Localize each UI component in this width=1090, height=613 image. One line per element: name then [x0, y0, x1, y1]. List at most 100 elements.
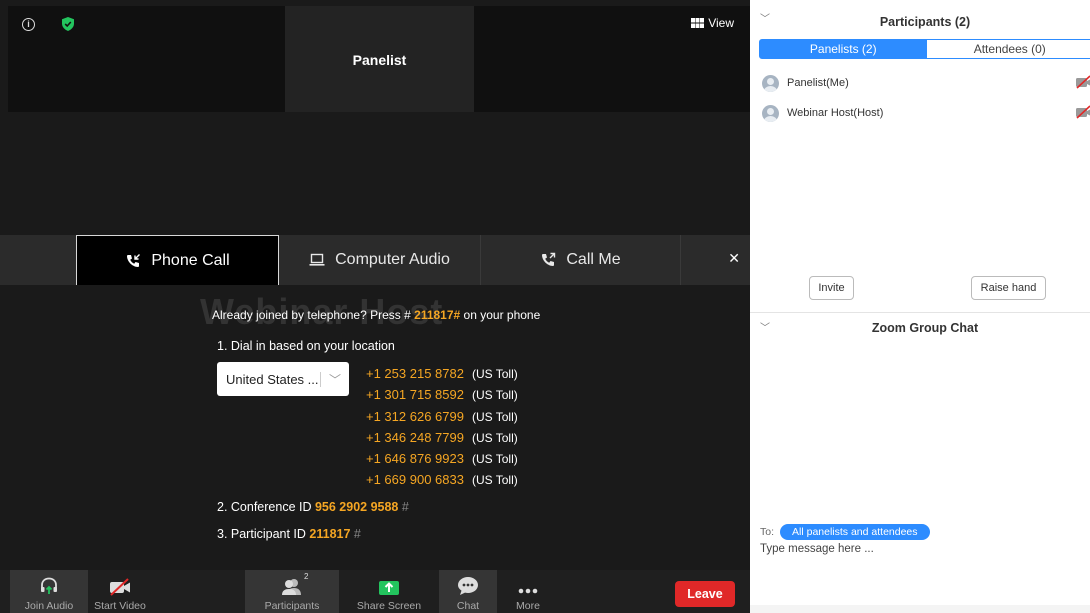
video-off-icon — [110, 578, 130, 596]
chat-button[interactable]: Chat — [439, 570, 497, 613]
security-shield-icon[interactable] — [60, 16, 76, 32]
toll-label: (US Toll) — [471, 367, 518, 381]
conference-id-line: 2. Conference ID 956 2902 9588 # — [217, 500, 409, 514]
participant-code: 211817# — [414, 308, 461, 322]
more-label: More — [516, 600, 540, 612]
tab-panelists[interactable]: Panelists (2) — [760, 40, 927, 58]
toll-label: (US Toll) — [471, 452, 518, 467]
tab-attendees[interactable]: Attendees (0) — [927, 40, 1090, 58]
dial-in-number: +1 346 248 7799 — [366, 429, 464, 445]
participants-header: ﹀ Participants (2) — [750, 0, 1090, 38]
tab-computer-audio[interactable]: Computer Audio — [279, 235, 481, 285]
tab-phone-call[interactable]: Phone Call — [76, 235, 279, 286]
dial-in-number-row[interactable]: +1 346 248 7799 (US Toll) — [366, 427, 518, 448]
video-off-icon — [1076, 75, 1090, 89]
more-dots-icon — [518, 588, 538, 594]
participants-button[interactable]: 2 Participants — [245, 570, 339, 613]
audio-option-tabs: Phone Call Computer Audio Call Me ✕ — [0, 235, 750, 286]
phone-call-icon — [127, 254, 141, 267]
chat-message-input[interactable] — [760, 543, 1080, 555]
participants-title: Participants (2) — [879, 15, 971, 29]
country-select-value: United States ... — [217, 371, 321, 387]
invite-button[interactable]: Invite — [809, 276, 854, 300]
already-joined-prefix: Already joined by telephone? Press # — [212, 308, 415, 322]
video-tile-panelist[interactable]: Panelist — [285, 6, 474, 112]
avatar — [762, 104, 779, 122]
participant-segment-tabs: Panelists (2) Attendees (0) — [759, 39, 1090, 59]
dial-in-number: +1 301 715 8592 — [366, 387, 464, 403]
country-select[interactable]: United States ... ﹀ — [217, 362, 349, 396]
chat-title: Zoom Group Chat — [871, 321, 979, 335]
call-me-icon — [542, 252, 556, 266]
conference-id-value: 956 2902 9588 — [314, 500, 399, 514]
dial-in-number-row[interactable]: +1 253 215 8782 (US Toll) — [366, 363, 518, 384]
chat-bubble-icon — [458, 577, 478, 595]
participants-label: Participants — [264, 600, 320, 612]
participant-id-line: 3. Participant ID 211817 # — [217, 527, 361, 541]
tab-phone-call-label: Phone Call — [151, 252, 230, 269]
tab-call-me[interactable]: Call Me — [481, 235, 681, 285]
close-audio-panel-icon[interactable]: ✕ — [728, 250, 740, 267]
view-label: View — [708, 16, 734, 30]
toll-label: (US Toll) — [471, 473, 518, 488]
participant-id-label: 3. Participant ID — [217, 527, 310, 541]
chevron-down-icon: ﹀ — [328, 372, 341, 387]
dial-in-number: +1 253 215 8782 — [366, 366, 464, 381]
chat-label: Chat — [456, 600, 480, 612]
side-panel: ﹀ Participants (2) Panelists (2) Attende… — [750, 0, 1090, 613]
leave-button[interactable]: Leave — [675, 581, 735, 607]
toll-label: (US Toll) — [471, 388, 518, 403]
share-screen-icon — [379, 581, 399, 595]
avatar — [762, 74, 779, 92]
participants-icon — [282, 579, 301, 595]
view-button[interactable]: View — [691, 16, 734, 30]
already-joined-suffix: on your phone — [460, 308, 541, 322]
dial-in-number: +1 669 900 6833 — [366, 472, 464, 488]
start-video-label: Start Video — [94, 600, 146, 612]
start-video-button[interactable]: Start Video — [88, 570, 152, 613]
participant-id-value: 211817 — [309, 527, 351, 541]
participant-name: Panelist(Me) — [787, 77, 849, 89]
toll-label: (US Toll) — [471, 430, 518, 445]
dial-in-number-row[interactable]: +1 646 876 9923 (US Toll) — [366, 448, 518, 469]
raise-hand-button[interactable]: Raise hand — [971, 276, 1046, 300]
chat-recipient-row: To: All panelists and attendees — [760, 524, 930, 540]
video-tile-left — [8, 6, 285, 112]
dial-in-number-row[interactable]: +1 312 626 6799 (US Toll) — [366, 406, 518, 427]
to-label: To: — [760, 526, 775, 538]
share-screen-button[interactable]: Share Screen — [345, 570, 433, 613]
join-audio-label: Join Audio — [24, 600, 74, 612]
info-icon[interactable]: i — [22, 18, 35, 31]
dial-in-number: +1 646 876 9923 — [366, 451, 464, 467]
panelist-name-label: Panelist — [352, 52, 407, 68]
already-joined-text: Already joined by telephone? Press # 211… — [212, 308, 540, 322]
more-button[interactable]: More — [500, 570, 556, 613]
panel-footer — [750, 605, 1090, 613]
conference-id-label: 2. Conference ID — [217, 500, 315, 514]
share-screen-label: Share Screen — [356, 600, 422, 612]
video-strip: Panelist — [8, 6, 750, 112]
participant-row[interactable]: Webinar Host(Host) — [762, 103, 1090, 123]
hash-symbol: # — [401, 500, 409, 514]
dial-in-number-row[interactable]: +1 301 715 8592 (US Toll) — [366, 384, 518, 405]
participant-row[interactable]: Panelist(Me) — [762, 73, 1090, 93]
meeting-area: Panelist i View Phone Call Computer Audi… — [0, 0, 750, 613]
video-off-icon — [1076, 105, 1090, 119]
tab-call-me-label: Call Me — [566, 251, 621, 268]
toll-label: (US Toll) — [471, 409, 518, 424]
participants-count-badge: 2 — [304, 572, 309, 581]
dial-in-number-list: +1 253 215 8782 (US Toll) +1 301 715 8592… — [366, 363, 518, 491]
meeting-toolbar: Join Audio Start Video 2 Participants Sh… — [0, 570, 750, 613]
dial-in-number: +1 312 626 6799 — [366, 408, 464, 424]
tab-computer-audio-label: Computer Audio — [335, 251, 450, 268]
dial-in-number-row[interactable]: +1 669 900 6833 (US Toll) — [366, 469, 518, 490]
phone-call-panel: Webinar Host Already joined by telephone… — [0, 285, 750, 570]
laptop-icon — [309, 253, 325, 266]
recipient-select[interactable]: All panelists and attendees — [780, 524, 930, 540]
hash-symbol: # — [353, 527, 361, 541]
dial-in-step-label: 1. Dial in based on your location — [217, 339, 395, 353]
gallery-view-icon — [691, 17, 705, 28]
participant-name: Webinar Host(Host) — [787, 107, 884, 119]
join-audio-button[interactable]: Join Audio — [10, 570, 88, 613]
panel-divider — [750, 312, 1090, 313]
